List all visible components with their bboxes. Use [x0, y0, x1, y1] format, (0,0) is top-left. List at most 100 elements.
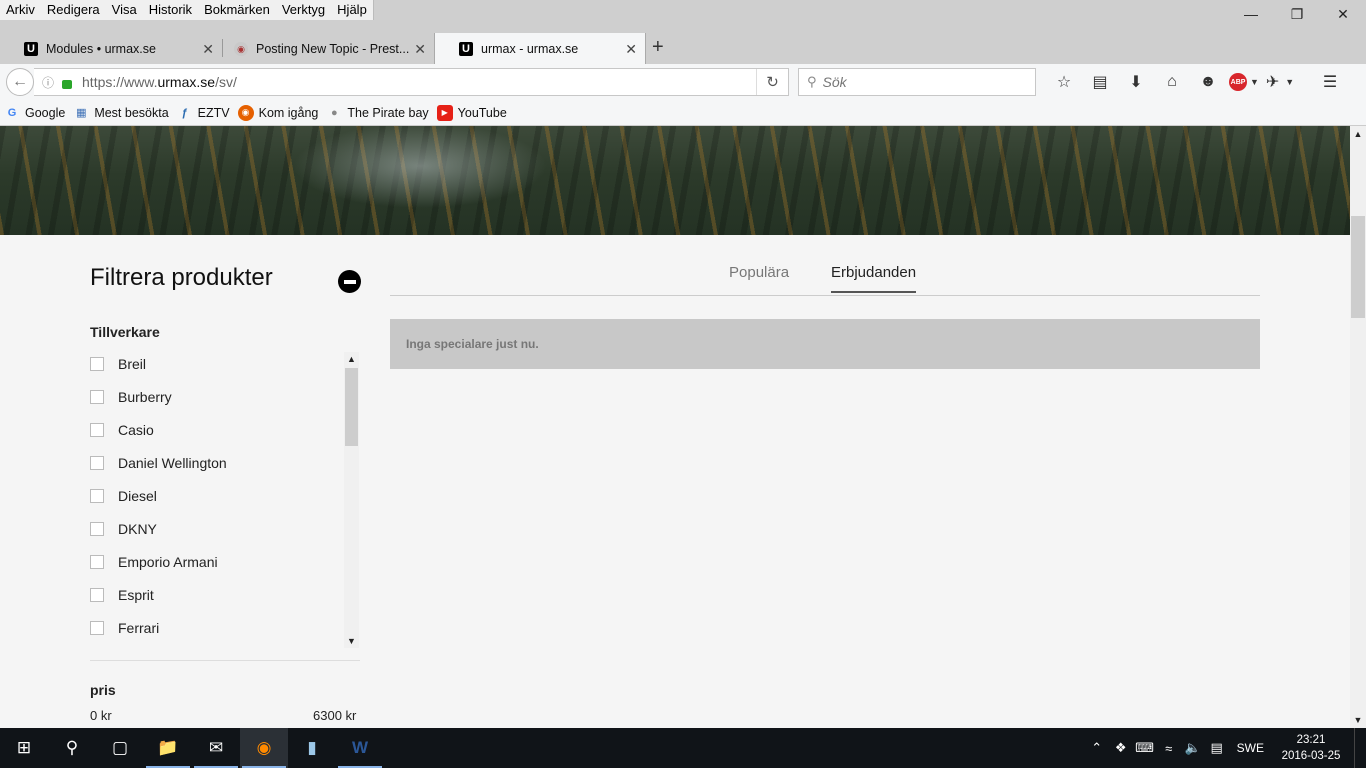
brand-list-scrollbar[interactable]: ▲ ▼ — [344, 352, 359, 648]
show-desktop-button[interactable] — [1354, 728, 1366, 768]
brand-checkbox[interactable] — [90, 423, 104, 437]
page-scrollbar[interactable]: ▲ ▼ — [1350, 126, 1366, 728]
bookmark-youtube[interactable]: ▶ YouTube — [436, 104, 507, 121]
brand-option[interactable]: Esprit — [90, 585, 154, 605]
word-icon[interactable]: W — [336, 728, 384, 768]
adblock-icon[interactable]: ABP ▼ — [1226, 68, 1262, 96]
tab-posting-topic[interactable]: ◉ Posting New Topic - Prest... ✕ — [210, 33, 434, 64]
clock-time: 23:21 — [1296, 734, 1326, 746]
tab-label: Posting New Topic - Prest... — [256, 41, 410, 56]
brand-option[interactable]: Daniel Wellington — [90, 453, 227, 473]
url-bar[interactable]: ⓘ https://www.urmax.se/sv/ ↻ — [34, 68, 789, 96]
google-icon: G — [7, 106, 17, 119]
url-text[interactable]: https://www.urmax.se/sv/ — [82, 74, 237, 90]
search-icon[interactable]: ⚲ — [48, 728, 96, 768]
search-input[interactable] — [822, 74, 1023, 90]
lock-icon[interactable] — [62, 79, 73, 89]
clock[interactable]: 23:21 2016-03-25 — [1274, 732, 1348, 764]
close-window-button[interactable]: ✕ — [1320, 0, 1366, 28]
reload-icon[interactable]: ↻ — [756, 69, 788, 95]
menu-arkiv[interactable]: Arkiv — [0, 0, 41, 20]
brand-checkbox[interactable] — [90, 555, 104, 569]
brand-option[interactable]: Emporio Armani — [90, 552, 218, 572]
price-label: pris — [90, 682, 116, 698]
scroll-down-arrow-icon[interactable]: ▼ — [344, 634, 359, 648]
bookmark-star-icon[interactable]: ☆ — [1046, 68, 1082, 96]
hamburger-menu-icon[interactable]: ☰ — [1312, 68, 1348, 96]
bookmark-pirate-bay[interactable]: ● The Pirate bay — [326, 105, 429, 121]
bookmark-eztv[interactable]: ƒ EZTV — [177, 105, 230, 121]
brand-checkbox[interactable] — [90, 456, 104, 470]
brand-checkbox[interactable] — [90, 357, 104, 371]
tab-modules[interactable]: U Modules • urmax.se ✕ — [0, 33, 223, 64]
new-tab-button[interactable]: + — [652, 36, 664, 59]
volume-icon[interactable]: 🔈 — [1181, 740, 1205, 756]
collapse-filter-button[interactable] — [338, 270, 361, 293]
windows-start-icon[interactable]: ⊞ — [0, 728, 48, 768]
download-icon[interactable]: ⬇ — [1118, 68, 1154, 96]
bookmark-google[interactable]: G Google — [4, 105, 66, 121]
menu-bokmarken[interactable]: Bokmärken — [198, 0, 276, 20]
menu-historik[interactable]: Historik — [143, 0, 198, 20]
chat-icon[interactable]: ☻ — [1190, 68, 1226, 96]
chevron-up-icon[interactable]: ⌃ — [1085, 740, 1109, 756]
tab-offers[interactable]: Erbjudanden — [831, 264, 917, 293]
tab-popular[interactable]: Populära — [729, 264, 789, 291]
forest-banner-image — [0, 126, 1350, 235]
scrollbar-thumb[interactable] — [345, 368, 358, 446]
brand-option[interactable]: Breil — [90, 354, 146, 374]
language-indicator[interactable]: SWE — [1237, 741, 1264, 755]
notification-icon[interactable]: ▤ — [1205, 740, 1229, 756]
firefox-icon[interactable]: ◉ — [240, 728, 288, 768]
extension-icon[interactable]: ✈ ▼ — [1262, 68, 1298, 96]
url-domain: urmax.se — [157, 74, 216, 90]
menu-hjalp[interactable]: Hjälp — [331, 0, 373, 20]
brand-list: Breil Burberry Casio Daniel Wellington D… — [90, 348, 360, 652]
bookmark-most-visited[interactable]: ▦ Mest besökta — [73, 105, 169, 121]
mail-icon[interactable]: ✉ — [192, 728, 240, 768]
search-bar[interactable]: ⚲ — [798, 68, 1036, 96]
brand-checkbox[interactable] — [90, 390, 104, 404]
menu-redigera[interactable]: Redigera — [41, 0, 106, 20]
brand-checkbox[interactable] — [90, 588, 104, 602]
scroll-up-arrow-icon[interactable]: ▲ — [1350, 126, 1366, 142]
close-tab-icon[interactable]: ✕ — [625, 41, 637, 58]
page-content: Filtrera produkter Tillverkare Breil Bur… — [0, 126, 1350, 728]
file-explorer-icon[interactable]: 📁 — [144, 728, 192, 768]
task-view-icon[interactable]: ▢ — [96, 728, 144, 768]
menu-bar: Arkiv Redigera Visa Historik Bokmärken V… — [0, 0, 374, 20]
back-button[interactable]: ← — [6, 68, 34, 96]
wifi-icon[interactable]: ≈ — [1157, 741, 1181, 756]
home-icon[interactable]: ⌂ — [1154, 68, 1190, 96]
brand-name: Breil — [118, 356, 147, 372]
sticky-app-icon[interactable]: ▮ — [288, 728, 336, 768]
scrollbar-thumb[interactable] — [1351, 216, 1365, 318]
tab-urmax[interactable]: U urmax - urmax.se ✕ — [434, 33, 646, 64]
bookmark-label: YouTube — [457, 105, 507, 120]
brand-name: Burberry — [118, 389, 172, 405]
brand-checkbox[interactable] — [90, 489, 104, 503]
close-tab-icon[interactable]: ✕ — [414, 41, 426, 58]
bookmark-label: Google — [25, 105, 66, 120]
restore-button[interactable]: ❐ — [1274, 0, 1320, 28]
scroll-down-arrow-icon[interactable]: ▼ — [1350, 712, 1366, 728]
brand-option[interactable]: Ferrari — [90, 618, 159, 638]
product-tabs: Populära Erbjudanden — [390, 260, 1260, 296]
brand-option[interactable]: Casio — [90, 420, 154, 440]
info-icon[interactable]: ⓘ — [42, 74, 54, 91]
filter-title: Filtrera produkter — [90, 264, 273, 291]
brand-checkbox[interactable] — [90, 621, 104, 635]
bookmark-kom-igang[interactable]: ◉ Kom igång — [237, 104, 318, 121]
reading-list-icon[interactable]: ▤ — [1082, 68, 1118, 96]
keyboard-icon[interactable]: ⌨ — [1133, 740, 1157, 756]
dropbox-icon[interactable]: ❖ — [1109, 740, 1133, 756]
scroll-up-arrow-icon[interactable]: ▲ — [344, 352, 359, 366]
brand-checkbox[interactable] — [90, 522, 104, 536]
price-min-value: 0 kr — [90, 708, 112, 723]
brand-option[interactable]: DKNY — [90, 519, 157, 539]
minimize-button[interactable]: — — [1228, 0, 1274, 28]
menu-visa[interactable]: Visa — [106, 0, 143, 20]
menu-verktyg[interactable]: Verktyg — [276, 0, 331, 20]
brand-option[interactable]: Diesel — [90, 486, 157, 506]
brand-option[interactable]: Burberry — [90, 387, 172, 407]
